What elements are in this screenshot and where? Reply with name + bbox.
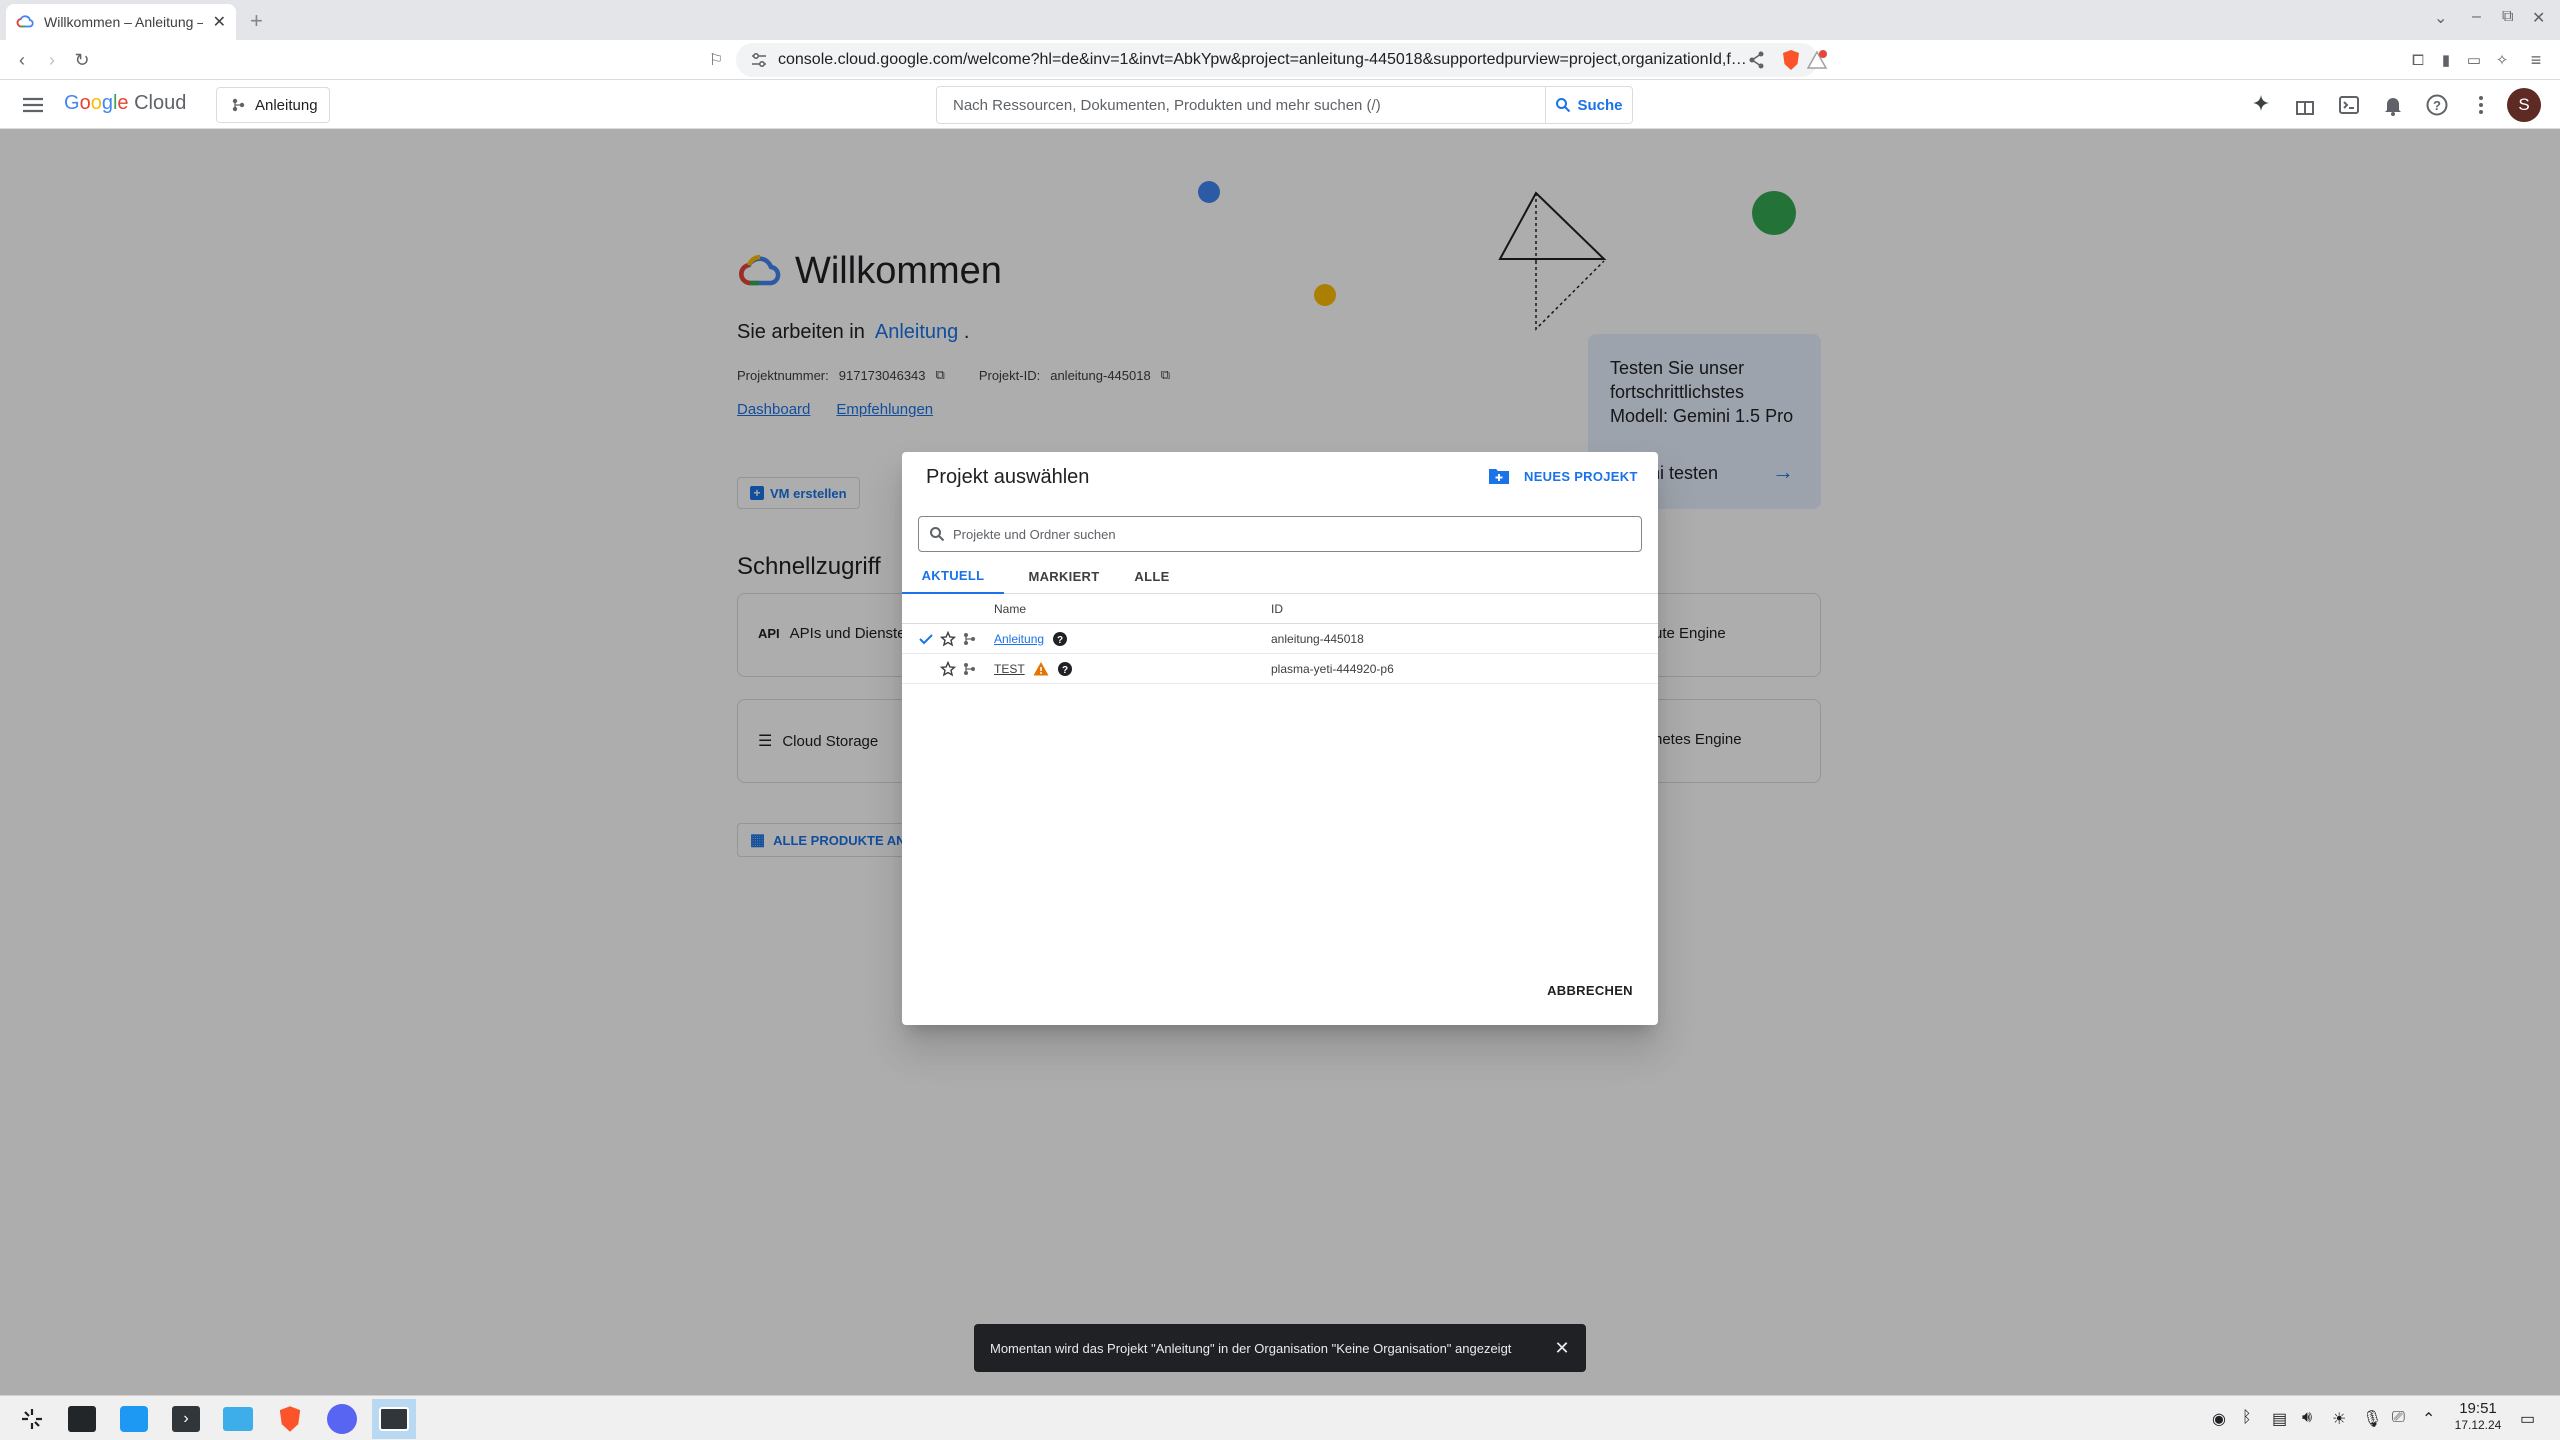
system-monitor-icon[interactable] — [60, 1399, 104, 1439]
app-launcher-icon[interactable] — [10, 1399, 54, 1439]
forward-icon[interactable]: › — [40, 48, 64, 72]
sidebar-icon[interactable]: ▮ — [2434, 48, 2458, 72]
project-hierarchy-icon — [964, 633, 975, 645]
dialog-title: Projekt auswählen — [926, 466, 1090, 488]
star-outline-icon[interactable] — [940, 631, 956, 647]
account-avatar[interactable]: S — [2507, 88, 2541, 122]
search-icon — [1556, 98, 1571, 113]
project-picker-dialog: Projekt auswählen NEUES PROJEKT Projekte… — [902, 452, 1658, 1025]
reload-icon[interactable]: ↻ — [70, 48, 94, 72]
volume-tray-icon[interactable]: 🔊︎ — [2302, 1409, 2322, 1429]
gift-icon[interactable] — [2293, 93, 2317, 117]
svg-text:?: ? — [1057, 635, 1063, 646]
help-icon[interactable]: ? — [1052, 631, 1068, 647]
system-taskbar: › ◉ ᛒ ▤ 🔊︎ ☀︎ 🎙︎ ⎚ ⌃ 19:51 17.12.24 ▭ — [0, 1395, 2560, 1440]
table-row[interactable]: Anleitung ? anleitung-445018 — [902, 624, 1658, 654]
check-icon — [919, 634, 933, 645]
project-tabs: AKTUELL MARKIERT ALLE — [902, 558, 1658, 594]
brightness-tray-icon[interactable]: ☀︎ — [2332, 1409, 2352, 1429]
notifications-bell-icon[interactable] — [2381, 93, 2405, 117]
share-icon[interactable] — [1746, 49, 1768, 71]
tab-title: Willkommen – Anleitung – … — [44, 14, 203, 30]
close-icon[interactable]: ✕ — [1552, 1338, 1572, 1358]
tab-alle[interactable]: ALLE — [1124, 558, 1180, 594]
help-icon[interactable]: ? — [1057, 661, 1073, 677]
show-desktop-icon[interactable]: ▭ — [2520, 1409, 2540, 1429]
project-id-cell: plasma-yeti-444920-p6 — [1271, 662, 1394, 676]
new-tab-icon[interactable]: + — [250, 8, 263, 34]
cancel-button[interactable]: ABBRECHEN — [1542, 972, 1638, 1008]
global-search-input[interactable]: Nach Ressourcen, Dokumenten, Produkten u… — [936, 86, 1546, 124]
close-tab-icon[interactable]: ✕ — [213, 12, 226, 32]
file-manager-icon[interactable] — [216, 1399, 260, 1439]
new-project-button[interactable]: NEUES PROJEKT — [1488, 466, 1638, 486]
search-icon — [930, 527, 945, 542]
project-name-link[interactable]: Anleitung — [994, 632, 1044, 646]
star-outline-icon[interactable] — [940, 661, 956, 677]
help-icon[interactable]: ? — [2425, 93, 2449, 117]
microphone-tray-icon[interactable]: 🎙︎ — [2362, 1409, 2382, 1429]
project-picker-button[interactable]: Anleitung — [216, 87, 330, 123]
back-icon[interactable]: ‹ — [10, 48, 34, 72]
terminal-icon[interactable]: › — [164, 1399, 208, 1439]
discover-store-icon[interactable] — [112, 1399, 156, 1439]
table-row[interactable]: TEST ? plasma-yeti-444920-p6 — [902, 654, 1658, 684]
project-id-cell: anleitung-445018 — [1271, 632, 1364, 646]
extensions-icon[interactable]: ⧠ — [2406, 48, 2430, 72]
hamburger-menu-icon[interactable] — [20, 92, 46, 118]
warning-icon — [1033, 662, 1049, 676]
gemini-sparkle-icon[interactable] — [2249, 93, 2273, 117]
menu-icon[interactable]: ≡ — [2524, 48, 2548, 72]
browser-tab[interactable]: Willkommen – Anleitung – … ✕ — [6, 4, 236, 40]
column-name[interactable]: Name — [994, 594, 1026, 624]
svg-text:?: ? — [2433, 98, 2441, 113]
gcp-header: Google Cloud Anleitung Nach Ressourcen, … — [0, 80, 2560, 129]
create-folder-icon — [1489, 469, 1509, 484]
brave-shields-icon[interactable] — [1780, 49, 1802, 71]
discord-icon[interactable] — [320, 1399, 364, 1439]
project-hierarchy-icon — [964, 663, 975, 675]
column-id[interactable]: ID — [1271, 594, 1283, 624]
minimize-icon[interactable]: – — [2472, 8, 2481, 26]
tab-search-chevron-icon[interactable]: ⌄ — [2434, 8, 2447, 28]
tab-markiert[interactable]: MARKIERT — [1022, 558, 1106, 594]
wallet-icon[interactable]: ▭ — [2462, 48, 2486, 72]
snackbar-message: Momentan wird das Projekt "Anleitung" in… — [990, 1340, 1512, 1356]
bluetooth-tray-icon[interactable]: ᛒ — [2242, 1409, 2262, 1429]
clock[interactable]: 19:51 17.12.24 — [2448, 1400, 2508, 1434]
more-vert-icon[interactable] — [2469, 93, 2493, 117]
cloud-shell-icon[interactable] — [2337, 93, 2361, 117]
close-window-icon[interactable]: ✕ — [2532, 8, 2545, 28]
project-chip-label: Anleitung — [255, 96, 318, 114]
restore-icon[interactable]: ⧉ — [2502, 8, 2513, 26]
address-bar[interactable]: console.cloud.google.com/welcome?hl=de&i… — [736, 43, 1828, 77]
leo-ai-icon[interactable]: ✧ — [2490, 48, 2514, 72]
google-cloud-favicon-icon — [16, 15, 34, 28]
project-hierarchy-icon — [232, 98, 245, 112]
project-search-input[interactable]: Projekte und Ordner suchen — [918, 516, 1642, 552]
tray-expand-icon[interactable]: ⌃ — [2422, 1409, 2442, 1429]
discord-tray-icon[interactable]: ◉ — [2212, 1409, 2232, 1429]
search-button[interactable]: Suche — [1546, 86, 1633, 124]
table-header: Name ID — [902, 594, 1658, 624]
site-settings-icon[interactable] — [750, 51, 768, 69]
bookmark-icon[interactable]: ⚐ — [704, 48, 728, 72]
brave-rewards-icon[interactable] — [1806, 49, 1828, 71]
browser-toolbar: ‹ › ↻ ⚐ console.cloud.google.com/welcome… — [0, 40, 2560, 80]
brave-browser-icon[interactable] — [268, 1399, 312, 1439]
svg-text:?: ? — [1062, 665, 1068, 676]
tab-aktuell[interactable]: AKTUELL — [902, 558, 1004, 594]
url-text: console.cloud.google.com/welcome?hl=de&i… — [778, 51, 1747, 68]
screenshot-tool-icon[interactable] — [372, 1399, 416, 1439]
network-tray-icon[interactable]: ⎚ — [2392, 1409, 2412, 1429]
clipboard-tray-icon[interactable]: ▤ — [2272, 1409, 2292, 1429]
google-cloud-logo[interactable]: Google Cloud — [64, 92, 186, 115]
project-name-link[interactable]: TEST — [994, 662, 1025, 676]
snackbar: Momentan wird das Projekt "Anleitung" in… — [974, 1324, 1586, 1372]
browser-tabstrip: Willkommen – Anleitung – … ✕ + ⌄ – ⧉ ✕ — [0, 0, 2560, 40]
